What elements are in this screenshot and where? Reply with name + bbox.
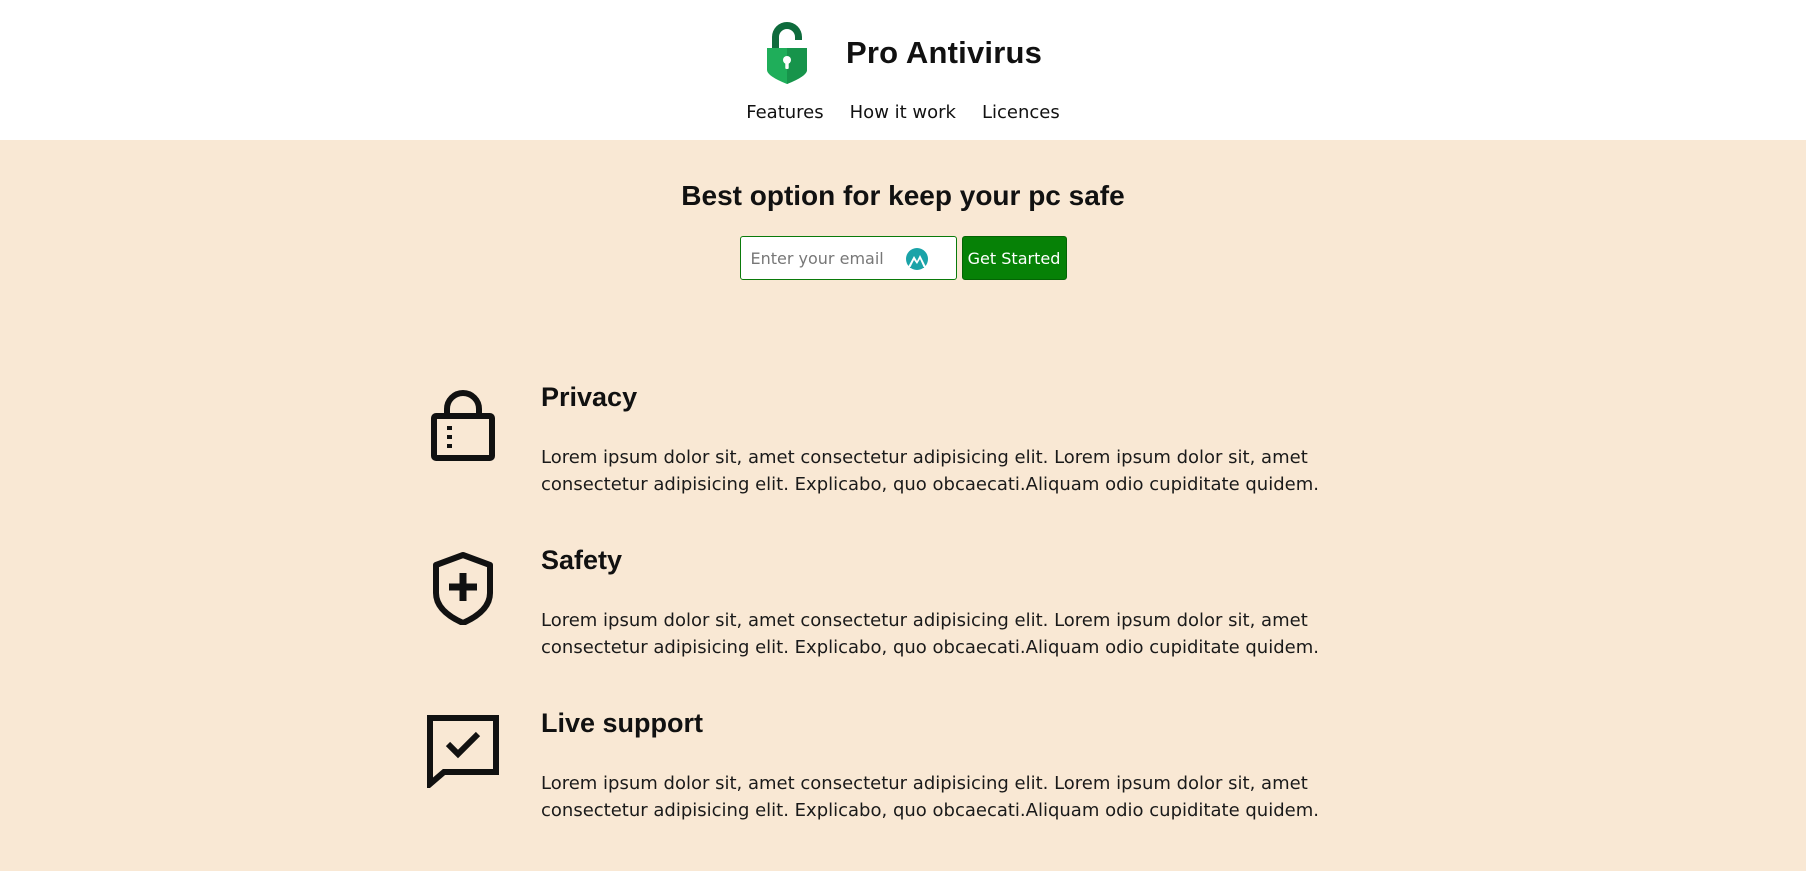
feature-privacy: Privacy Lorem ipsum dolor sit, amet cons… [0, 382, 1806, 545]
nav-link-how-it-work[interactable]: How it work [850, 102, 956, 123]
main-nav: Features How it work Licences [0, 102, 1806, 123]
brand: Pro Antivirus [0, 22, 1806, 84]
feature-text: Lorem ipsum dolor sit, amet consectetur … [541, 773, 1319, 821]
hero-section: Best option for keep your pc safe Get St… [0, 140, 1806, 280]
get-started-button[interactable]: Get Started [961, 236, 1067, 280]
feature-title: Live support [541, 708, 704, 738]
brand-title: Pro Antivirus [845, 35, 1043, 70]
feature-live-support: Live support Lorem ipsum dolor sit, amet… [0, 708, 1806, 871]
lock-icon [431, 390, 495, 461]
padlock-logo-icon [766, 22, 807, 84]
signup-form: Get Started [0, 236, 1806, 280]
feature-title: Privacy [541, 382, 638, 412]
features-section: Privacy Lorem ipsum dolor sit, amet cons… [0, 382, 1806, 871]
site-header: Pro Antivirus Features How it work Licen… [0, 0, 1806, 140]
feature-text: Lorem ipsum dolor sit, amet consectetur … [541, 447, 1319, 495]
hero-title: Best option for keep your pc safe [681, 180, 1125, 211]
chat-check-icon [427, 715, 499, 788]
shield-plus-icon [433, 552, 493, 625]
nav-link-licences[interactable]: Licences [982, 102, 1060, 123]
email-field-wrapper [739, 236, 957, 280]
feature-title: Safety [541, 545, 623, 575]
nav-link-features[interactable]: Features [746, 102, 823, 123]
vpn-extension-icon[interactable] [904, 248, 930, 270]
feature-text: Lorem ipsum dolor sit, amet consectetur … [541, 610, 1319, 658]
feature-safety: Safety Lorem ipsum dolor sit, amet conse… [0, 545, 1806, 708]
